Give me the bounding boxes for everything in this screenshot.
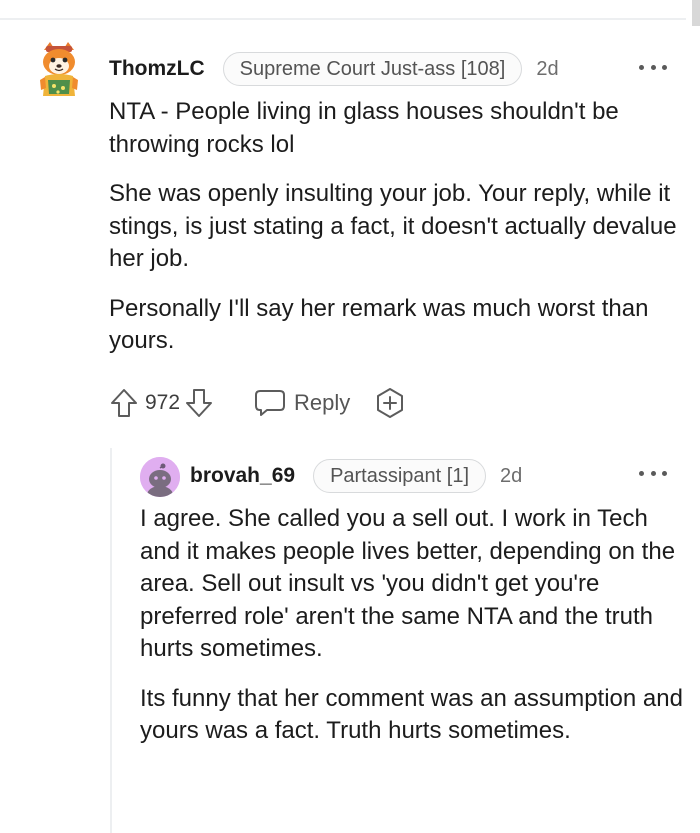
more-dots-icon	[639, 470, 644, 476]
scrollbar-thumb[interactable]	[692, 0, 700, 26]
reply-username[interactable]: brovah_69	[190, 464, 295, 488]
more-options-button[interactable]	[639, 60, 667, 74]
comment-actions: 972 Reply	[107, 384, 408, 422]
reply-more-options-button[interactable]	[639, 466, 667, 480]
comment-paragraph: Personally I'll say her remark was much …	[109, 294, 649, 355]
top-divider	[0, 18, 686, 20]
comment-body: NTA - People living in glass houses shou…	[109, 96, 679, 375]
user-flair: Supreme Court Just-ass [108]	[222, 52, 523, 86]
arrow-up-icon	[111, 389, 137, 417]
reply-header: brovah_69 Partassipant [1] 2d	[190, 459, 522, 493]
reply-paragraph: Its funny that her comment was an assump…	[140, 684, 683, 745]
comment-timestamp[interactable]: 2d	[536, 58, 558, 81]
comment-username[interactable]: ThomzLC	[109, 57, 205, 81]
comment-paragraph: She was openly insulting your job. Your …	[109, 180, 677, 272]
more-dots-icon	[639, 64, 644, 70]
comment-header: ThomzLC Supreme Court Just-ass [108] 2d	[109, 52, 559, 86]
vote-score: 972	[145, 391, 181, 414]
reply-paragraph: I agree. She called you a sell out. I wo…	[140, 505, 676, 662]
comment-paragraph: NTA - People living in glass houses shou…	[109, 98, 619, 158]
award-button[interactable]	[372, 385, 408, 421]
avatar-thomzlc[interactable]	[36, 40, 82, 100]
speech-bubble-icon	[255, 390, 286, 416]
reply-label: Reply	[294, 390, 351, 415]
avatar-brovah-69[interactable]	[140, 457, 180, 497]
reply-body: I agree. She called you a sell out. I wo…	[140, 503, 685, 765]
award-plus-icon	[377, 388, 404, 418]
downvote-button[interactable]	[182, 385, 216, 421]
reply-button[interactable]: Reply	[254, 388, 350, 418]
arrow-down-icon	[186, 389, 213, 417]
user-flair: Partassipant [1]	[313, 459, 487, 493]
thread-line[interactable]	[110, 448, 112, 833]
reply-timestamp[interactable]: 2d	[500, 465, 522, 488]
upvote-button[interactable]	[107, 385, 141, 421]
